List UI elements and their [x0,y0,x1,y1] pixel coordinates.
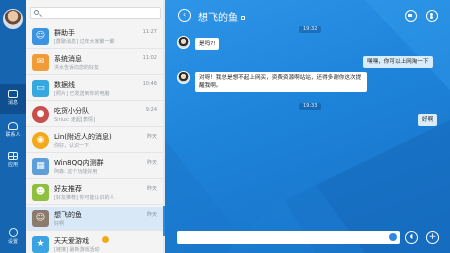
gear-icon [8,228,18,237]
list-item[interactable]: ● 吃货小分队 Sirius: 走起[表情] 9:24 [26,103,165,127]
nav-apps-label: 应用 [7,162,18,168]
nav-messages-label: 消息 [7,100,18,106]
conversation-preview: 洪水告诉向您的好友 [54,65,100,71]
video-call-button[interactable] [405,10,417,22]
contact-avatar [177,36,190,49]
conversation-time: 昨天 [146,186,157,192]
search-icon [34,10,39,15]
conversation-preview: [链接] 最新游戏活动 [54,247,100,253]
nav-contacts[interactable]: 联系人 [0,116,26,146]
conversation-avatar: ● [32,106,49,123]
conversation-list: ☺ 群助手 [群聊消息] 过年大家聚一聚 11:27 ✉ 系统消息 洪水告诉向您… [26,0,165,253]
conversation-time: 昨天 [146,134,157,140]
conversation-preview: 你好，认识一下 [54,143,90,149]
conversation-name: 天天爱游戏 [54,237,89,245]
nav-contacts-label: 联系人 [5,132,21,138]
list-item[interactable]: ◉ Lin(附近人的消息) 你好，认识一下 昨天 [26,129,165,153]
conversation-avatar: ▭ [32,80,49,97]
conversation-time: 10:48 [142,81,157,87]
list-item[interactable]: ▦ Win8QQ内测群 阿森: 这个功能好用 昨天 [26,155,165,179]
conversation-time: 11:27 [142,29,157,35]
list-item[interactable]: ☻ 好友推荐 [好友推荐] 你可能认识的人 昨天 [26,181,165,205]
message-bubble-outgoing: 嘿嘿，你可以上网淘一下 [363,56,433,68]
conversation-avatar: ▦ [32,158,49,175]
contacts-icon [8,122,18,130]
nav-apps[interactable]: 应用 [0,146,26,176]
conversation-time: 昨天 [146,212,157,218]
timestamp: 19:33 [299,103,322,110]
list-item-selected[interactable]: ☺ 想飞的鱼 好啊 昨天 [26,207,165,231]
message-bubble-outgoing: 好啊 [418,114,438,126]
add-button[interactable]: + [426,231,439,244]
contact-avatar [177,71,190,84]
chat-title: 想飞的鱼 [198,9,245,24]
conversation-name: 好友推荐 [54,185,82,193]
conversation-time: 昨天 [146,160,157,166]
conversation-name: Lin(附近人的消息) [54,133,112,141]
chat-panel: ‹ 想飞的鱼 19:32 是吗?! 嘿嘿，你可以上网淘一下 对呀！我总是想不起上… [165,0,450,253]
conversation-preview: [照片] 已发送到你的电脑 [54,91,110,97]
device-status-icon [241,16,245,20]
voice-button[interactable]: ◖ [405,231,418,244]
chat-title-text: 想飞的鱼 [198,13,238,24]
conversation-preview: [群聊消息] 过年大家聚一聚 [54,39,115,45]
message-icon [8,90,18,98]
message-bubble-incoming: 对呀！我总是想不起上网买，资费资源啊站站，还得多谢你这次提醒我啊。 [195,72,367,92]
conversation-time: 11:02 [142,55,157,61]
left-nav-rail: 消息 联系人 应用 设置 [0,0,26,253]
verified-badge-icon [102,236,109,243]
conversation-avatar: ★ [32,236,49,253]
message-bubble-incoming: 是吗?! [195,38,220,50]
nav-messages[interactable]: 消息 [0,84,26,114]
conversation-name: 想飞的鱼 [54,211,82,219]
apps-icon [8,152,18,160]
conversation-name: Win8QQ内测群 [54,159,104,167]
conversation-time: 9:24 [145,107,157,113]
search-input[interactable] [30,7,161,19]
list-item[interactable]: ▭ 数据线 [照片] 已发送到你的电脑 10:48 [26,77,165,101]
conversation-avatar: ☺ [32,210,49,227]
nav-settings-label: 设置 [7,239,18,245]
timestamp: 19:32 [299,26,322,33]
conversation-preview: Sirius: 走起[表情] [54,117,95,123]
nav-settings[interactable]: 设置 [0,222,26,252]
profile-button[interactable] [426,10,438,22]
list-item[interactable]: ✉ 系统消息 洪水告诉向您的好友 11:02 [26,51,165,75]
conversation-avatar: ☺ [32,28,49,45]
emoji-icon[interactable] [389,233,397,241]
conversation-avatar: ☻ [32,184,49,201]
user-avatar[interactable] [3,9,23,29]
conversation-name: 系统消息 [54,55,82,63]
conversation-avatar: ◉ [32,132,49,149]
back-button[interactable]: ‹ [178,9,191,22]
list-item[interactable]: ★ 天天爱游戏 [链接] 最新游戏活动 [26,233,165,253]
message-input[interactable] [177,231,400,244]
conversation-avatar: ✉ [32,54,49,71]
list-item[interactable]: ☺ 群助手 [群聊消息] 过年大家聚一聚 11:27 [26,25,165,49]
conversation-name: 吃货小分队 [54,107,89,115]
conversation-name: 数据线 [54,81,75,89]
conversation-name: 群助手 [54,29,75,37]
conversation-preview: 好啊 [54,221,65,227]
conversation-preview: [好友推荐] 你可能认识的人 [54,195,115,201]
conversation-preview: 阿森: 这个功能好用 [54,169,98,175]
